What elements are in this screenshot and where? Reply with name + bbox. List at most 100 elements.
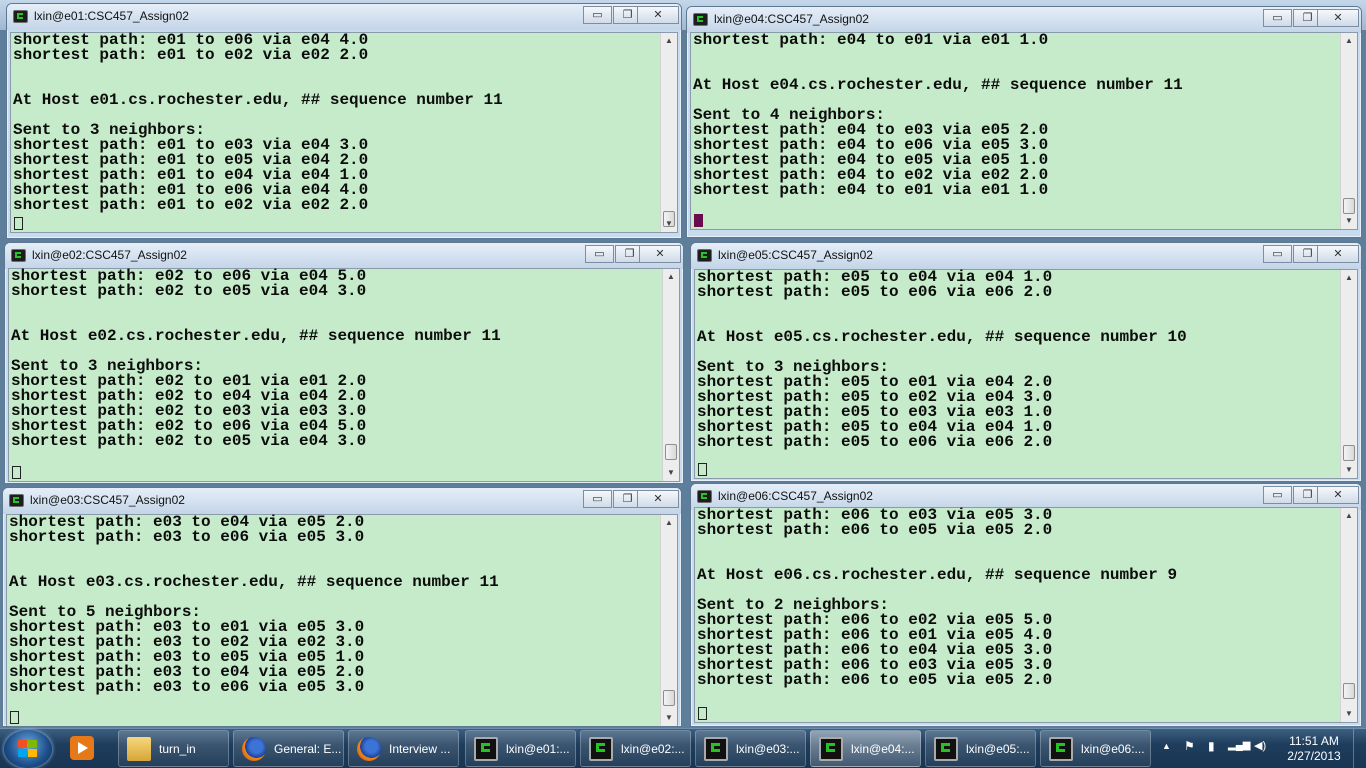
terminal-app-icon[interactable] xyxy=(693,13,708,26)
taskbar-button[interactable]: lxin@e05:... xyxy=(925,730,1036,767)
clock-date: 2/27/2013 xyxy=(1287,749,1341,763)
system-tray: ▲ ⚑ ▮ ▂▄▆ ◀) xyxy=(1158,729,1276,768)
scroll-thumb[interactable] xyxy=(1343,683,1355,699)
action-center-flag-icon[interactable]: ⚑ xyxy=(1184,739,1195,753)
scroll-up-arrow-icon[interactable]: ▲ xyxy=(663,269,679,285)
terminal-line: shortest path: e03 to e06 via e05 3.0 xyxy=(9,678,365,696)
taskbar-button[interactable]: General: E... xyxy=(233,730,344,767)
terminal-content[interactable]: shortest path: e01 to e06 via e04 4.0 sho… xyxy=(10,32,678,233)
window-titlebar[interactable]: lxin@e05:CSC457_Assign02 ▭ ❐ ✕ xyxy=(691,243,1361,269)
taskbar-button[interactable]: lxin@e04:... xyxy=(810,730,921,767)
scroll-down-arrow-icon[interactable]: ▼ xyxy=(1341,213,1357,229)
window-titlebar[interactable]: lxin@e02:CSC457_Assign02 ▭ ❐ ✕ xyxy=(5,243,683,269)
minimize-button[interactable]: ▭ xyxy=(585,245,614,263)
window-titlebar[interactable]: lxin@e04:CSC457_Assign02 ▭ ❐ ✕ xyxy=(687,7,1361,33)
scroll-thumb[interactable] xyxy=(1343,445,1355,461)
terminal-window-e01[interactable]: lxin@e01:CSC457_Assign02 ▭ ❐ ✕ shortest path… xyxy=(6,3,682,239)
close-button[interactable]: ✕ xyxy=(1317,486,1359,504)
terminal-line: At Host e01.cs.rochester.edu, ## sequenc… xyxy=(13,91,503,109)
terminal-icon xyxy=(474,737,498,761)
close-button[interactable]: ✕ xyxy=(1317,245,1359,263)
terminal-window-e06[interactable]: lxin@e06:CSC457_Assign02 ▭ ❐ ✕ shortest path… xyxy=(690,483,1362,727)
scroll-thumb[interactable] xyxy=(665,444,677,460)
show-hidden-icons-arrow[interactable]: ▲ xyxy=(1162,741,1171,751)
scroll-up-arrow-icon[interactable]: ▲ xyxy=(661,33,677,49)
terminal-content[interactable]: shortest path: e04 to e01 via e01 1.0 At … xyxy=(690,32,1358,230)
taskbar-button[interactable]: Interview ... xyxy=(348,730,459,767)
scroll-down-arrow-icon[interactable]: ▼ xyxy=(663,465,679,481)
taskbar-button[interactable]: lxin@e03:... xyxy=(695,730,806,767)
vertical-scrollbar[interactable]: ▲ ▼ xyxy=(1340,270,1357,478)
scroll-thumb[interactable] xyxy=(1343,198,1355,214)
media-player-pinned-button[interactable] xyxy=(62,730,110,767)
device-icon[interactable]: ▮ xyxy=(1208,739,1215,753)
terminal-line: At Host e04.cs.rochester.edu, ## sequenc… xyxy=(693,76,1183,94)
taskbar-button[interactable]: turn_in xyxy=(118,730,229,767)
minimize-button[interactable]: ▭ xyxy=(583,6,612,24)
terminal-window-e02[interactable]: lxin@e02:CSC457_Assign02 ▭ ❐ ✕ shortest path… xyxy=(4,242,684,484)
terminal-window-e05[interactable]: lxin@e05:CSC457_Assign02 ▭ ❐ ✕ shortest path… xyxy=(690,242,1362,482)
minimize-button[interactable]: ▭ xyxy=(583,490,612,508)
terminal-window-e03[interactable]: lxin@e03:CSC457_Assign02 ▭ ❐ ✕ shortest path… xyxy=(2,487,682,727)
scroll-down-arrow-icon[interactable]: ▼ xyxy=(661,710,677,726)
close-button[interactable]: ✕ xyxy=(1317,9,1359,27)
terminal-app-icon[interactable] xyxy=(13,10,28,23)
terminal-content[interactable]: shortest path: e05 to e04 via e04 1.0 sho… xyxy=(694,269,1358,479)
terminal-app-icon[interactable] xyxy=(11,249,26,262)
terminal-content[interactable]: shortest path: e03 to e04 via e05 2.0 sho… xyxy=(6,514,678,726)
scroll-thumb[interactable] xyxy=(663,690,675,706)
taskbar-button-label: lxin@e01:... xyxy=(506,742,570,756)
terminal-line: At Host e06.cs.rochester.edu, ## sequenc… xyxy=(697,566,1178,584)
taskbar-button-label: lxin@e03:... xyxy=(736,742,800,756)
clock-time: 11:51 AM xyxy=(1289,734,1339,748)
minimize-button[interactable]: ▭ xyxy=(1263,486,1292,504)
vertical-scrollbar[interactable]: ▲ ▼ xyxy=(1340,33,1357,229)
terminal-content[interactable]: shortest path: e06 to e03 via e05 3.0 sho… xyxy=(694,507,1358,723)
scroll-up-arrow-icon[interactable]: ▲ xyxy=(1341,33,1357,49)
close-button[interactable]: ✕ xyxy=(639,245,681,263)
terminal-line: shortest path: e01 to e02 via e02 2.0 xyxy=(13,196,369,214)
scroll-down-arrow-icon[interactable]: ▼ xyxy=(1341,462,1357,478)
start-button[interactable] xyxy=(4,730,52,768)
terminal-window-e04[interactable]: lxin@e04:CSC457_Assign02 ▭ ❐ ✕ shortest path… xyxy=(686,6,1362,238)
vertical-scrollbar[interactable]: ▲ ▼ xyxy=(1340,508,1357,722)
vertical-scrollbar[interactable]: ▲ ▼ xyxy=(660,515,677,726)
scroll-up-arrow-icon[interactable]: ▲ xyxy=(661,515,677,531)
clock[interactable]: 11:51 AM 2/27/2013 xyxy=(1278,734,1350,764)
taskbar-button[interactable]: lxin@e02:... xyxy=(580,730,691,767)
network-icon[interactable]: ▂▄▆ xyxy=(1228,740,1250,751)
minimize-button[interactable]: ▭ xyxy=(1263,9,1292,27)
scroll-down-arrow-icon[interactable]: ▼ xyxy=(1341,706,1357,722)
taskbar-button[interactable]: lxin@e01:... xyxy=(465,730,576,767)
window-titlebar[interactable]: lxin@e03:CSC457_Assign02 ▭ ❐ ✕ xyxy=(3,488,681,514)
terminal-line: shortest path: e06 to e05 via e05 2.0 xyxy=(697,671,1053,689)
terminal-content[interactable]: shortest path: e02 to e06 via e04 5.0 sho… xyxy=(8,268,680,482)
scroll-up-arrow-icon[interactable]: ▲ xyxy=(1341,508,1357,524)
terminal-cursor xyxy=(694,214,703,227)
close-button[interactable]: ✕ xyxy=(637,6,679,24)
scroll-down-arrow-icon[interactable]: ▼ xyxy=(661,216,677,232)
close-button[interactable]: ✕ xyxy=(637,490,679,508)
minimize-button[interactable]: ▭ xyxy=(1263,245,1292,263)
vertical-scrollbar[interactable]: ▲ ▼ xyxy=(662,269,679,481)
scroll-up-arrow-icon[interactable]: ▲ xyxy=(1341,270,1357,286)
windows-logo-icon xyxy=(18,740,38,758)
terminal-cursor xyxy=(12,466,21,479)
terminal-app-icon[interactable] xyxy=(697,490,712,503)
volume-icon[interactable]: ◀) xyxy=(1254,739,1266,752)
window-titlebar[interactable]: lxin@e01:CSC457_Assign02 ▭ ❐ ✕ xyxy=(7,4,681,30)
taskbar-button-label: lxin@e05:... xyxy=(966,742,1030,756)
vertical-scrollbar[interactable]: ▲ ▼ xyxy=(660,33,677,232)
taskbar-button-label: Interview ... xyxy=(389,742,451,756)
taskbar-button[interactable]: lxin@e06:... xyxy=(1040,730,1151,767)
window-title: lxin@e05:CSC457_Assign02 xyxy=(718,248,873,262)
terminal-line: shortest path: e06 to e05 via e05 2.0 xyxy=(697,521,1053,539)
show-desktop-button[interactable] xyxy=(1353,729,1366,768)
terminal-app-icon[interactable] xyxy=(9,494,24,507)
terminal-app-icon[interactable] xyxy=(697,249,712,262)
